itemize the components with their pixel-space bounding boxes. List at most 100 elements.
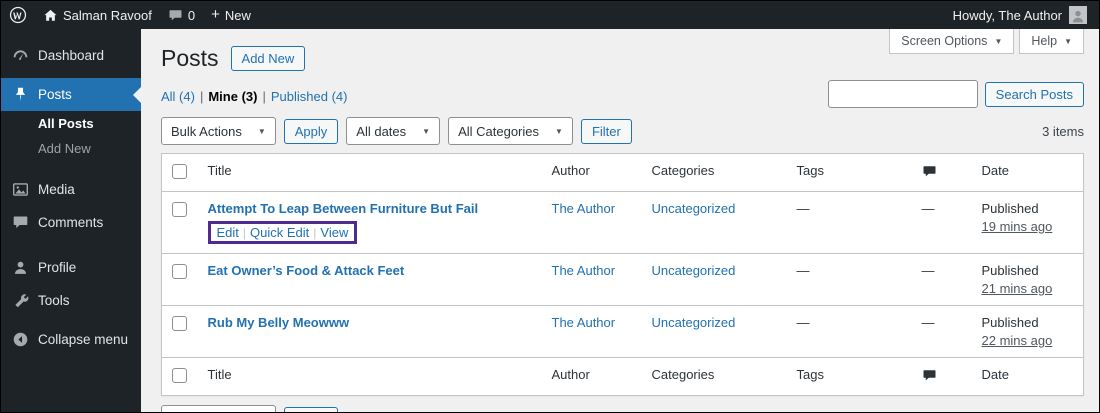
chevron-down-icon: ▼ (257, 126, 266, 136)
bulk-actions-select[interactable]: Bulk Actions ▼ (161, 117, 276, 145)
categories-label: All Categories (458, 123, 540, 139)
table-footer-row: Title Author Categories Tags Date (161, 357, 1084, 396)
admin-comments-count: 0 (187, 7, 196, 23)
action-separator: | (313, 226, 317, 240)
category-link[interactable]: Uncategorized (652, 201, 736, 216)
row-action-quick-edit[interactable]: Quick Edit (250, 225, 309, 240)
sidebar-collapse-label: Collapse menu (38, 332, 129, 347)
comments-value: — (921, 201, 935, 216)
screen-options-button[interactable]: Screen Options ▼ (889, 29, 1015, 54)
column-footer-tags: Tags (786, 357, 912, 396)
apply-button[interactable]: Apply (283, 118, 339, 144)
post-title-link[interactable]: Rub My Belly Meowww (208, 315, 350, 330)
date-info: Published 21 mins ago (971, 253, 1084, 306)
admin-sidebar: Dashboard Posts All Posts Add New Media … (1, 29, 141, 412)
add-new-button[interactable]: Add New (230, 46, 306, 71)
row-action-view[interactable]: View (320, 225, 348, 240)
admin-comments-button[interactable]: 0 (168, 8, 195, 23)
profile-icon (14, 261, 27, 274)
table-row: Attempt To Leap Between Furniture But Fa… (162, 192, 1084, 254)
wordpress-logo-icon[interactable] (9, 6, 27, 24)
post-status: Published (981, 263, 1039, 278)
post-date: 21 mins ago (981, 281, 1053, 296)
table-row: Rub My Belly Meowww The Author Uncategor… (161, 305, 1084, 358)
comments-value: — (911, 305, 972, 358)
post-title-link[interactable]: Attempt To Leap Between Furniture But Fa… (208, 201, 479, 216)
view-filter-links: All (4) | Mine (3) | Published (4) (161, 89, 347, 108)
help-label: Help (1031, 34, 1058, 48)
post-date: 22 mins ago (981, 333, 1053, 348)
search-posts-button[interactable]: Search Posts (984, 81, 1084, 107)
tags-value: — (796, 201, 810, 216)
avatar[interactable] (1069, 6, 1087, 24)
chevron-down-icon: ▼ (994, 36, 1003, 46)
sidebar-item-all-posts[interactable]: All Posts (1, 111, 141, 136)
comment-bubble-icon (923, 166, 935, 177)
select-all-checkbox[interactable] (172, 164, 187, 179)
sidebar-item-profile[interactable]: Profile (1, 251, 141, 284)
table-header-row: Title Author Categories Tags Date (161, 153, 1084, 192)
site-name-link[interactable]: Salman Ravoof (43, 8, 152, 23)
author-link[interactable]: The Author (552, 315, 616, 330)
sidebar-item-media[interactable]: Media (1, 173, 141, 206)
sidebar-item-dashboard[interactable]: Dashboard (1, 39, 141, 72)
posts-table: Title Author Categories Tags Date Attemp… (161, 153, 1084, 396)
sidebar-tools-label: Tools (38, 293, 70, 308)
chevron-down-icon: ▼ (422, 126, 431, 136)
search-input[interactable] (827, 80, 978, 108)
sidebar-item-comments[interactable]: Comments (1, 206, 141, 239)
column-header-date[interactable]: Date (971, 153, 1084, 192)
author-link[interactable]: The Author (552, 201, 616, 216)
view-all-link[interactable]: All (4) (161, 89, 195, 104)
sidebar-comments-label: Comments (38, 215, 104, 230)
howdy-text[interactable]: Howdy, The Author (953, 8, 1062, 23)
media-icon (13, 183, 28, 196)
categories-select[interactable]: All Categories ▼ (448, 117, 573, 145)
row-actions: Edit | Quick Edit | View (207, 221, 532, 244)
category-link[interactable]: Uncategorized (652, 263, 736, 278)
sidebar-item-posts[interactable]: Posts (1, 78, 141, 111)
column-footer-categories: Categories (641, 357, 787, 396)
site-name-label: Salman Ravoof (63, 7, 152, 23)
view-published-link[interactable]: Published (4) (271, 89, 348, 104)
screen-meta-tabs: Screen Options ▼ Help ▼ (889, 29, 1084, 54)
column-header-tags: Tags (786, 153, 912, 192)
bulk-actions-label: Bulk Actions (171, 123, 242, 139)
sidebar-item-tools[interactable]: Tools (1, 284, 141, 317)
admin-new-button[interactable]: + New (211, 7, 251, 23)
column-header-title[interactable]: Title (197, 153, 542, 192)
column-footer-title[interactable]: Title (197, 357, 542, 396)
main-content: Screen Options ▼ Help ▼ Posts Add New Al… (141, 29, 1099, 412)
row-checkbox[interactable] (172, 202, 187, 217)
table-row: Eat Owner’s Food & Attack Feet The Autho… (161, 253, 1084, 306)
chevron-down-icon: ▼ (555, 126, 563, 136)
person-icon (1072, 10, 1084, 23)
author-link[interactable]: The Author (552, 263, 616, 278)
page-title: Posts (161, 45, 219, 71)
sidebar-item-collapse-menu[interactable]: Collapse menu (1, 323, 141, 356)
row-action-edit[interactable]: Edit (217, 225, 239, 240)
column-footer-date[interactable]: Date (971, 357, 1084, 396)
post-title-link[interactable]: Eat Owner’s Food & Attack Feet (208, 263, 405, 278)
category-link[interactable]: Uncategorized (652, 315, 736, 330)
dates-select[interactable]: All dates ▼ (346, 117, 441, 145)
view-separator: | (262, 89, 266, 104)
post-status: Published (981, 201, 1039, 216)
filter-button[interactable]: Filter (580, 118, 632, 144)
view-mine-link[interactable]: Mine (3) (208, 89, 257, 104)
column-header-comments (911, 153, 972, 192)
help-button[interactable]: Help ▼ (1019, 29, 1084, 54)
admin-bar: Salman Ravoof 0 + New Howdy, The Author (1, 1, 1099, 29)
screen-options-label: Screen Options (901, 34, 988, 48)
bulk-actions-select-bottom[interactable]: Bulk Actions ▼ (161, 405, 276, 412)
admin-new-label: New (224, 7, 251, 23)
sidebar-item-add-new[interactable]: Add New (1, 136, 141, 161)
wordpress-logo-icon (9, 6, 27, 24)
select-all-checkbox[interactable] (172, 368, 187, 383)
row-checkbox[interactable] (172, 264, 187, 279)
comment-bubble-icon (923, 370, 935, 381)
row-checkbox[interactable] (172, 316, 187, 331)
apply-button-bottom[interactable]: Apply (283, 406, 339, 412)
view-separator: | (199, 89, 204, 104)
sidebar-all-posts-label: All Posts (38, 116, 94, 131)
